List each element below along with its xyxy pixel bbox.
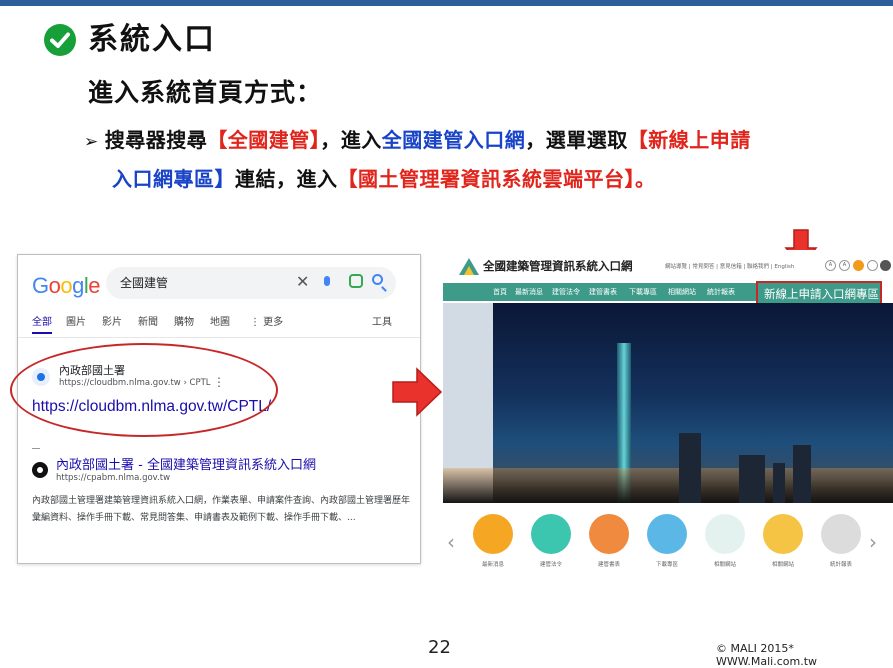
new-online-application-label: 新線上申請入口網專區 <box>764 287 879 301</box>
download-icon[interactable] <box>705 514 745 554</box>
bullet-menu-item-a: 【新線上申請 <box>627 128 751 152</box>
bullet-period: 。 <box>635 167 656 191</box>
chevron-left-icon[interactable]: ‹ <box>447 530 455 554</box>
tab-news[interactable]: 新聞 <box>138 313 158 328</box>
slide-subtitle: 進入系統首頁方式： <box>88 78 323 107</box>
search-icon[interactable] <box>372 274 383 285</box>
nav-stats[interactable]: 統計報表 <box>707 287 735 297</box>
font-size-icon[interactable]: A <box>825 260 836 271</box>
portal-nav-bar: 首頁 最新消息 建管法令 建管書表 下載專區 相關網站 統計報表 <box>443 283 758 301</box>
bullet-text-3: ，進入 <box>320 128 382 152</box>
google-tabs: 全部 圖片 影片 新聞 購物 地圖 ⋮ 更多 工具 <box>32 313 410 335</box>
tab-maps[interactable]: 地圖 <box>210 313 230 328</box>
font-size-icon[interactable]: A <box>839 260 850 271</box>
nav-downloads[interactable]: 下載專區 <box>629 287 657 297</box>
font-size-icon[interactable] <box>853 260 864 271</box>
icon-label: 最新消息 <box>481 562 504 568</box>
instruction-bullet: ➢ 搜尋器搜尋【全國建管】，進入全國建管入口網，選單選取【新線上申請 入口網專區】… <box>84 122 854 198</box>
icon-label: 下載專區 <box>655 562 678 568</box>
city-lights-image <box>443 468 893 503</box>
building-shape <box>773 463 785 503</box>
result-2-snippet: 內政部國土管理署建築管理資訊系統入口網，作業表單、申請案件查詢、內政部國土管理署… <box>32 496 411 523</box>
icon-label: 建管書表 <box>597 562 620 568</box>
bullet-text-5: ，選單選取 <box>525 128 628 152</box>
icon-label: 建管法令 <box>539 562 562 568</box>
hero-banner-image <box>443 303 893 503</box>
share-icon[interactable] <box>880 260 891 271</box>
building-icon[interactable] <box>647 514 687 554</box>
bullet-text-8: 連結，進入 <box>235 167 338 191</box>
result-2-title[interactable]: 內政部國土署 - 全國建築管理資訊系統入口網 <box>56 454 316 473</box>
bullet-line-2: 入口網專區】連結，進入【國土管理署資訊系統雲端平台】。 <box>84 161 854 198</box>
tab-shopping[interactable]: 購物 <box>174 313 194 328</box>
icon-label: 統計報表 <box>829 562 852 568</box>
portal-website-screenshot: 全國建築管理資訊系統入口網 網站導覽 | 常見問答 | 意見信箱 | 聯絡我們 … <box>443 250 893 585</box>
tabs-divider <box>18 337 420 338</box>
share-icon[interactable] <box>867 260 878 271</box>
icon-label: 相關網站 <box>771 562 794 568</box>
chevron-right-icon[interactable]: › <box>869 530 877 554</box>
nav-home[interactable]: 首頁 <box>493 287 507 297</box>
page-number: 22 <box>428 637 451 658</box>
building-shape <box>679 433 701 503</box>
highlight-ellipse <box>10 343 278 437</box>
nav-laws[interactable]: 建管法令 <box>552 287 580 297</box>
search-query: 全國建管 <box>120 276 169 290</box>
tab-all[interactable]: 全部 <box>32 313 52 334</box>
nav-forms[interactable]: 建管書表 <box>589 287 617 297</box>
engineer-icon[interactable] <box>589 514 629 554</box>
new-online-application-link[interactable]: 新線上申請入口網專區 <box>756 281 882 305</box>
bullet-portal-name: 全國建管入口網 <box>381 128 526 152</box>
statistics-icon[interactable] <box>821 514 861 554</box>
check-circle-icon <box>44 24 76 56</box>
portal-title: 全國建築管理資訊系統入口網 <box>483 259 633 273</box>
copyright-text: © MALI 2015* WWW.Mali.com.tw <box>716 642 818 668</box>
google-search-box[interactable]: 全國建管 ✕ <box>106 267 396 299</box>
google-logo: Google <box>32 273 101 298</box>
icon-label: 相關網站 <box>713 562 736 568</box>
bullet-keyword-search: 【全國建管】 <box>207 128 321 152</box>
nav-links[interactable]: 相關網站 <box>668 287 696 297</box>
bullet-text-1: 搜尋器搜尋 <box>104 128 208 152</box>
slide-top-bar <box>0 0 893 6</box>
lens-icon[interactable] <box>349 274 363 288</box>
portal-logo-icon <box>459 258 479 275</box>
clear-icon[interactable]: ✕ <box>296 272 309 291</box>
site-favicon-2 <box>32 462 48 478</box>
tab-images[interactable]: 圖片 <box>66 313 86 328</box>
google-search-screenshot: Google 全國建管 ✕ 全部 圖片 影片 新聞 購物 地圖 ⋮ 更多 工具 … <box>10 254 421 564</box>
worker-icon[interactable] <box>531 514 571 554</box>
slide-title: 系統入口 <box>88 22 216 57</box>
nav-news[interactable]: 最新消息 <box>515 287 543 297</box>
result-2-url[interactable]: https://cpabm.nlma.gov.tw <box>56 473 170 483</box>
tools-link[interactable]: 工具 <box>372 313 392 328</box>
document-edit-icon[interactable] <box>763 514 803 554</box>
news-people-icon[interactable] <box>473 514 513 554</box>
tab-more[interactable]: ⋮ 更多 <box>250 313 283 328</box>
quick-link-icons: ‹ › 最新消息 建管法令 建管書表 下載專區 相關網站 相關網站 統計報表 <box>443 510 893 582</box>
tab-videos[interactable]: 影片 <box>102 313 122 328</box>
right-arrow-icon <box>392 367 443 417</box>
arrow-bullet-icon: ➢ <box>84 132 99 152</box>
building-shape <box>793 445 811 503</box>
portal-top-links[interactable]: 網站導覽 | 常見問答 | 意見信箱 | 聯絡我們 | English <box>665 262 794 270</box>
building-shape <box>739 455 765 503</box>
bullet-menu-item-b: 入口網專區】 <box>112 167 235 191</box>
bullet-platform-name: 【國土管理署資訊系統雲端平台】 <box>337 167 635 191</box>
microphone-icon[interactable] <box>324 276 330 286</box>
result-separator <box>32 448 40 449</box>
